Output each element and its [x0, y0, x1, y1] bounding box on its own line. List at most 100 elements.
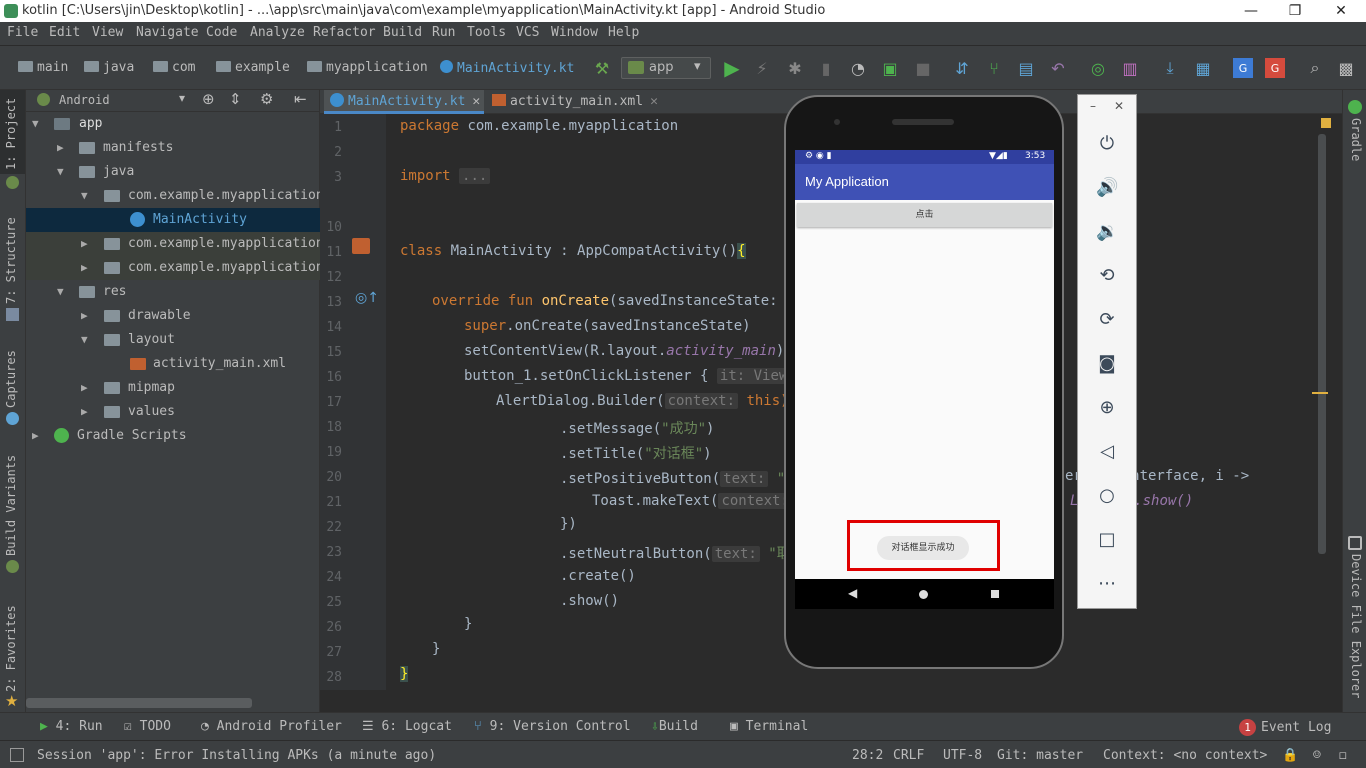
back-icon[interactable]: ◀	[848, 586, 857, 600]
stop-icon[interactable]: ■	[913, 58, 933, 78]
apply-changes-icon[interactable]: ⚡	[752, 58, 772, 78]
recents-icon[interactable]	[991, 590, 999, 598]
close-tab-icon[interactable]: ✕	[472, 94, 480, 109]
override-marker-icon[interactable]: ◎↑	[355, 290, 379, 306]
home-icon[interactable]: ○	[1096, 485, 1118, 507]
close-button[interactable]: ✕	[1318, 0, 1364, 22]
tab-build[interactable]: ⇩Build	[651, 719, 698, 734]
settings-panel-icon[interactable]: ▩	[1336, 58, 1356, 78]
tab-build-variants[interactable]: Build Variants	[4, 455, 18, 556]
close-emulator-icon[interactable]: ✕	[1114, 99, 1124, 113]
run-configuration-select[interactable]: app ▾	[621, 57, 711, 79]
tab-gradle[interactable]: Gradle	[1349, 118, 1363, 161]
tree-item-values[interactable]: ▶ values	[26, 400, 320, 424]
volume-up-icon[interactable]: 🔊	[1096, 177, 1118, 199]
tree-item-app[interactable]: ▼ app	[26, 112, 320, 136]
menu-window[interactable]: Window	[551, 25, 598, 40]
screenshot-camera-icon[interactable]: ◙	[1096, 353, 1118, 375]
notifications-icon[interactable]: ◻	[1339, 748, 1347, 763]
breadcrumb-java[interactable]: java	[84, 60, 134, 75]
vertical-scrollbar[interactable]	[1318, 134, 1326, 554]
menu-tools[interactable]: Tools	[467, 25, 506, 40]
click-button[interactable]: 点击	[797, 203, 1052, 227]
tab-mainactivity-kt[interactable]: MainActivity.kt ✕	[324, 90, 484, 114]
minimize-button[interactable]: —	[1228, 0, 1274, 22]
back-icon[interactable]: ◁	[1096, 441, 1118, 463]
avd-manager-icon[interactable]: ▤	[1016, 58, 1036, 78]
overview-icon[interactable]: □	[1096, 529, 1118, 551]
translate-icon[interactable]: G	[1233, 58, 1253, 78]
inspector-face-icon[interactable]: ☺	[1313, 748, 1321, 763]
warning-marker[interactable]	[1312, 392, 1328, 394]
vcs-branch[interactable]: Git: master	[997, 748, 1083, 763]
tree-item-manifests[interactable]: ▶ manifests	[26, 136, 320, 160]
maximize-button[interactable]: ❐	[1272, 0, 1318, 22]
volume-down-icon[interactable]: 🔉	[1096, 221, 1118, 243]
tab-run[interactable]: ▶ 4: Run	[40, 719, 103, 734]
close-tab-icon[interactable]: ✕	[650, 94, 658, 109]
tree-item-drawable[interactable]: ▶ drawable	[26, 304, 320, 328]
menu-refactor[interactable]: Refactor	[313, 25, 376, 40]
attach-debugger-icon[interactable]: ▣	[880, 58, 900, 78]
inspection-status-icon[interactable]	[1321, 118, 1331, 128]
tab-version-control[interactable]: ⑂ 9: Version Control	[474, 719, 631, 734]
tab-logcat[interactable]: ☰ 6: Logcat	[362, 719, 452, 734]
menu-navigate[interactable]: Navigate	[136, 25, 199, 40]
tree-item-package-test[interactable]: ▶ com.example.myapplication (	[26, 256, 320, 280]
lock-icon[interactable]: 🔒	[1282, 748, 1298, 763]
tab-device-file-explorer[interactable]: Device File Explorer	[1349, 554, 1363, 699]
power-icon[interactable]: ⏻	[1096, 133, 1118, 155]
menu-view[interactable]: View	[92, 25, 123, 40]
hammer-build-icon[interactable]: ⚒	[592, 58, 612, 78]
home-icon[interactable]	[919, 590, 928, 599]
project-view-selector[interactable]: Android	[59, 93, 110, 107]
tab-todo[interactable]: ☑ TODO	[124, 719, 171, 734]
tree-item-gradle-scripts[interactable]: ▶ Gradle Scripts	[26, 424, 320, 448]
layout-preview-icon[interactable]	[352, 238, 370, 254]
gear-icon[interactable]: ⚙	[260, 90, 273, 108]
undo-icon[interactable]: ↶	[1048, 58, 1068, 78]
breadcrumb-mainactivity[interactable]: MainActivity.kt	[440, 60, 574, 76]
locate-icon[interactable]: ⊕	[202, 90, 215, 108]
layout-icon[interactable]: ▦	[1193, 58, 1213, 78]
breadcrumb-com[interactable]: com	[153, 60, 195, 75]
sdk-manager-icon[interactable]: ▥	[1120, 58, 1140, 78]
chevron-down-icon[interactable]: ▾	[179, 91, 185, 105]
profiler-gauge-icon[interactable]: ◔	[848, 58, 868, 78]
tab-project[interactable]: 1: Project	[4, 98, 18, 170]
tab-terminal[interactable]: ▣ Terminal	[730, 719, 808, 734]
breadcrumb-example[interactable]: example	[216, 60, 290, 75]
menu-analyze[interactable]: Analyze	[250, 25, 305, 40]
tab-activity-main-xml[interactable]: activity_main.xml ✕	[486, 90, 658, 114]
menu-code[interactable]: Code	[206, 25, 237, 40]
debug-icon[interactable]: ✱	[785, 58, 805, 78]
menu-file[interactable]: File	[7, 25, 38, 40]
sync-icon[interactable]: ⇵	[952, 58, 972, 78]
tree-item-activity-main-xml[interactable]: activity_main.xml	[26, 352, 320, 376]
minimize-emulator-icon[interactable]: –	[1090, 99, 1096, 113]
vcs-icon[interactable]: ⑂	[984, 58, 1004, 78]
tab-android-profiler[interactable]: ◔ Android Profiler	[201, 719, 342, 734]
tree-item-package-main[interactable]: ▼ com.example.myapplication	[26, 184, 320, 208]
file-encoding[interactable]: UTF-8	[943, 748, 982, 763]
download-icon[interactable]: ⤓	[1160, 58, 1180, 78]
tree-item-mipmap[interactable]: ▶ mipmap	[26, 376, 320, 400]
profile-icon[interactable]: ▮	[816, 58, 836, 78]
collapse-icon[interactable]: ⇕	[229, 90, 242, 108]
context-indicator[interactable]: Context: <no context>	[1103, 748, 1267, 763]
toggle-tool-windows-icon[interactable]	[10, 748, 24, 762]
tree-item-package-android-test[interactable]: ▶ com.example.myapplication (	[26, 232, 320, 256]
tree-item-layout[interactable]: ▼ layout	[26, 328, 320, 352]
translate-alt-icon[interactable]: G	[1265, 58, 1285, 78]
menu-run[interactable]: Run	[432, 25, 455, 40]
rotate-right-icon[interactable]: ⟳	[1096, 309, 1118, 331]
menu-help[interactable]: Help	[608, 25, 639, 40]
tree-item-res[interactable]: ▼ res	[26, 280, 320, 304]
search-icon[interactable]: ⌕	[1305, 58, 1325, 78]
rotate-left-icon[interactable]: ⟲	[1096, 265, 1118, 287]
breadcrumb-main[interactable]: main	[18, 60, 68, 75]
menu-vcs[interactable]: VCS	[516, 25, 539, 40]
emulator-screen[interactable]: ⚙ ◉ ▮ ▼◢▮ 3:53 My Application 点击 对话框显示成功…	[795, 150, 1054, 609]
tree-item-mainactivity[interactable]: MainActivity	[26, 208, 320, 232]
menu-edit[interactable]: Edit	[49, 25, 80, 40]
